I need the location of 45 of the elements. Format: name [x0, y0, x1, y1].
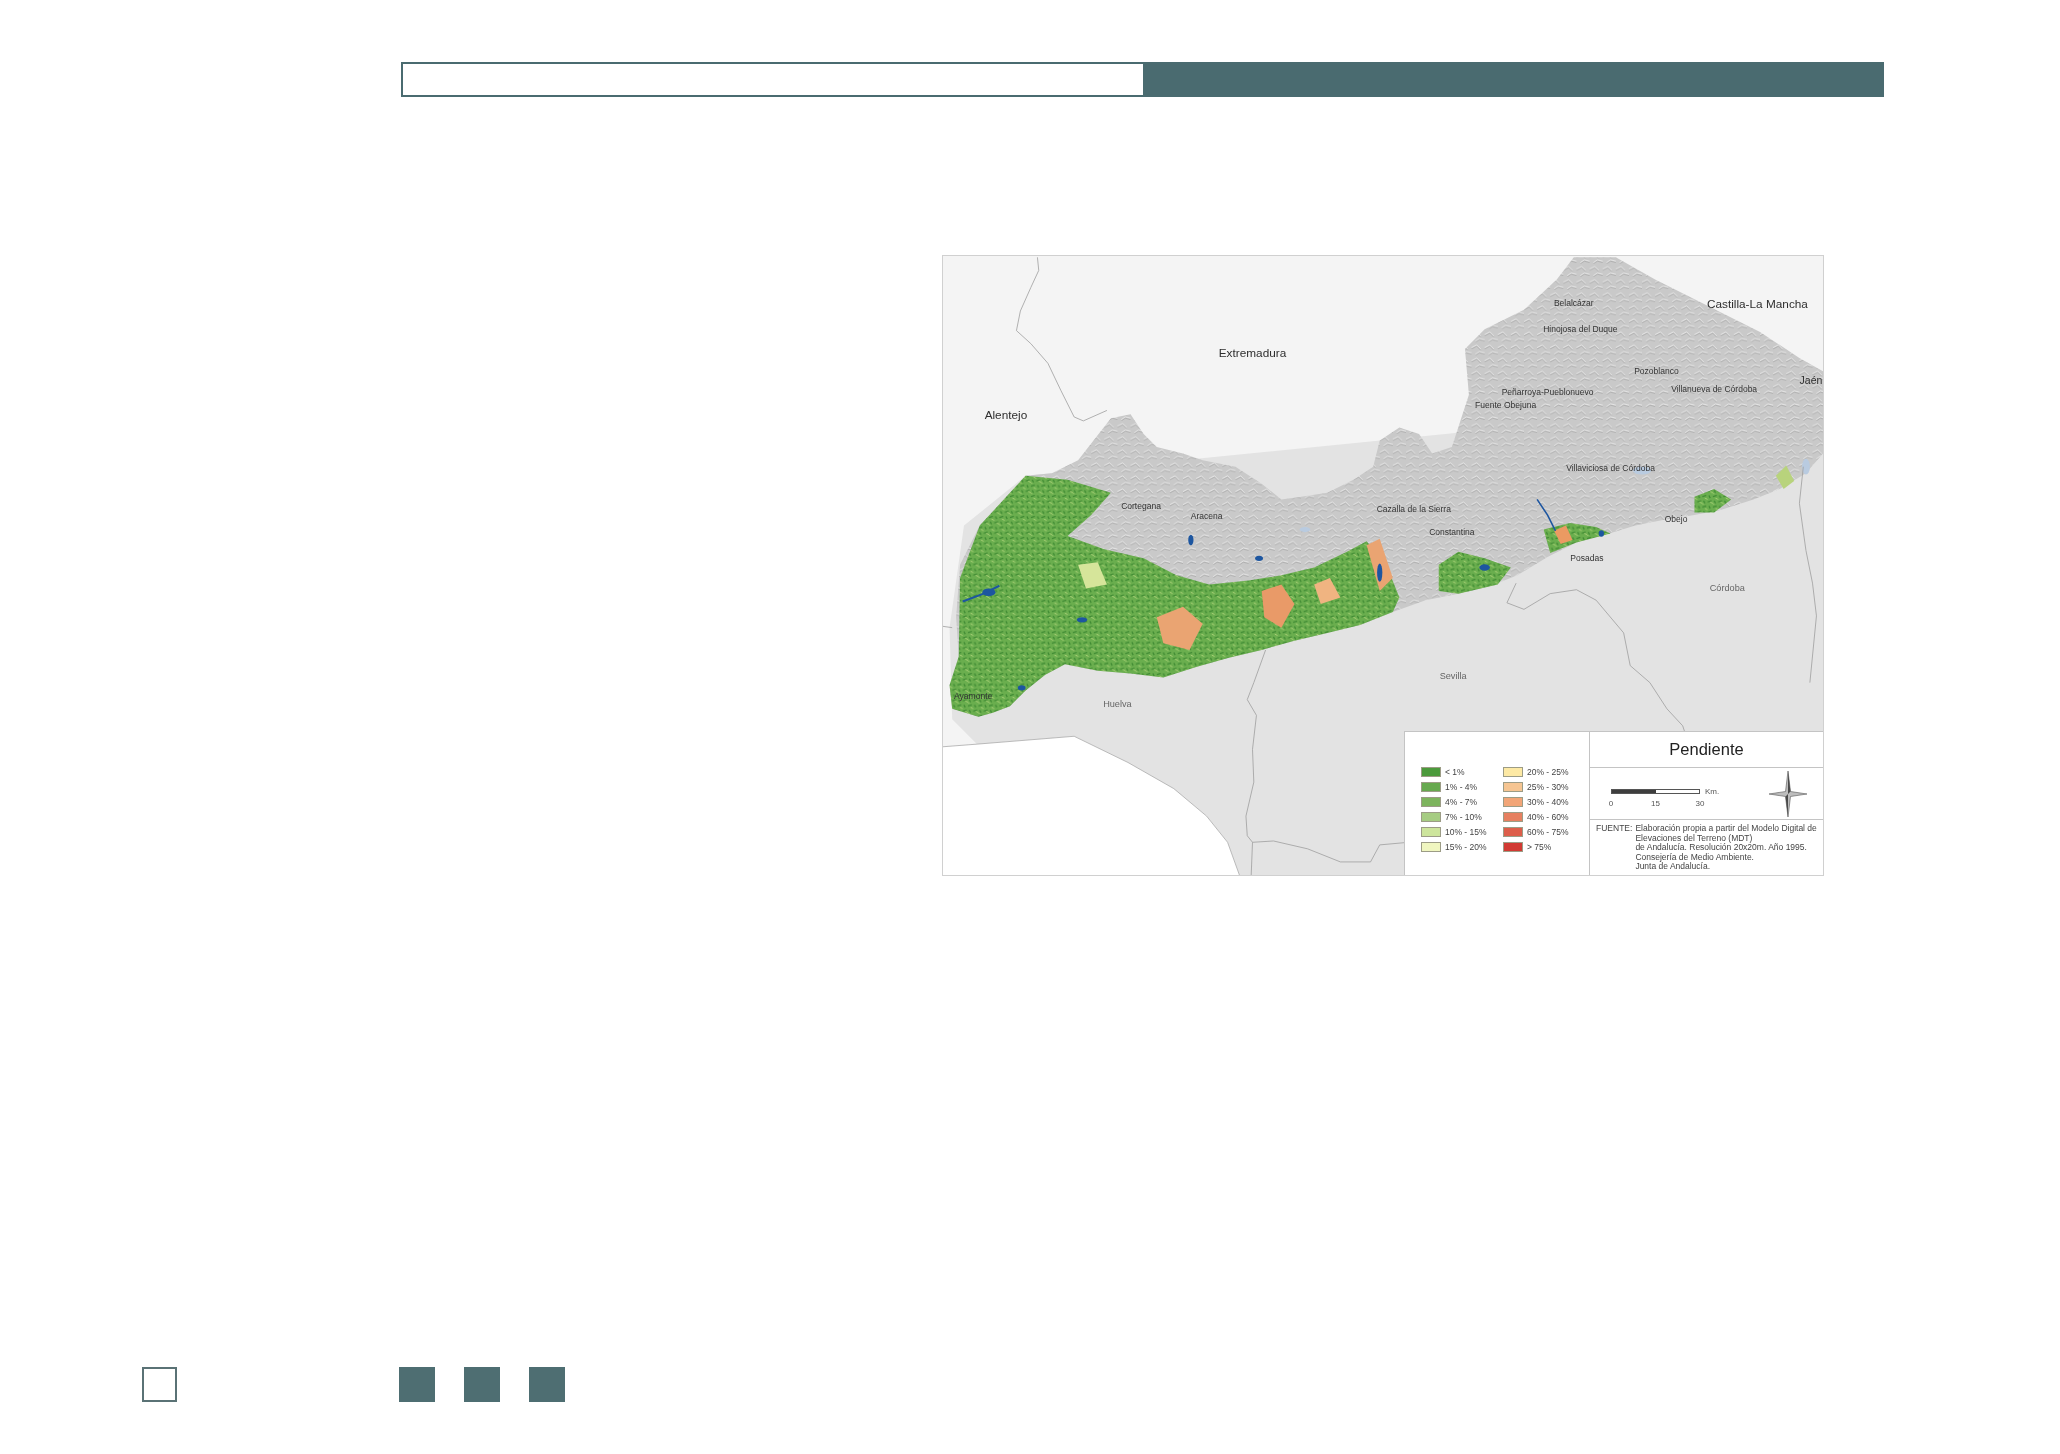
source-label: FUENTE:	[1596, 824, 1633, 835]
scale-unit-label: Km.	[1705, 787, 1720, 796]
region-label: Castilla-La Mancha	[1706, 296, 1808, 310]
town-label: Posadas	[1570, 553, 1604, 564]
region-label: Huelva	[1103, 698, 1132, 709]
region-label: Jaén	[1799, 374, 1823, 386]
legend-title: Pendiente	[1669, 740, 1744, 759]
town-label: Cazalla de la Sierra	[1376, 503, 1451, 514]
square-icon	[399, 1367, 435, 1402]
scale-tick-label: 0	[1607, 799, 1615, 808]
town-label: Cortegana	[1121, 500, 1161, 511]
scale-tick-label: 15	[1650, 799, 1661, 808]
legend-label: < 1%	[1445, 766, 1465, 777]
scale-tick-label: 30	[1694, 799, 1706, 808]
legend-label: 30% - 40%	[1527, 796, 1569, 807]
region-label: Córdoba	[1709, 583, 1745, 594]
town-label: Aracena	[1190, 511, 1223, 522]
legend-label: 40% - 60%	[1527, 811, 1569, 822]
legend-label: > 75%	[1527, 841, 1552, 852]
town-label: Villaviciosa de Córdoba	[1566, 463, 1655, 473]
town-label: Fuente Obejuna	[1475, 400, 1537, 411]
compass-icon	[1769, 770, 1808, 817]
town-label: Ayamonte	[954, 690, 993, 701]
square-outline-icon	[142, 1367, 177, 1402]
town-label: Villanueva de Córdoba	[1671, 384, 1758, 395]
town-label: Pozoblanco	[1634, 366, 1679, 377]
town-label: Hinojosa del Duque	[1543, 324, 1618, 335]
legend-label: 10% - 15%	[1445, 826, 1487, 837]
legend-label: 15% - 20%	[1445, 841, 1487, 852]
town-label: Obejo	[1664, 514, 1688, 525]
town-label: Belalcázar	[1553, 298, 1594, 309]
legend-label: 7% - 10%	[1445, 811, 1482, 822]
legend-label: 60% - 75%	[1527, 826, 1569, 837]
legend-label: 25% - 30%	[1527, 781, 1569, 792]
square-icon	[464, 1367, 500, 1402]
town-label: Peñarroya-Pueblonuevo	[1501, 387, 1594, 398]
region-label: Sevilla	[1439, 671, 1467, 682]
legend-label: 4% - 7%	[1445, 796, 1478, 807]
source-text: Elaboración propia a partir del Modelo Digital de Elevaciones del Terreno (MDT) de Andalucía. Resolución 20x20m. Año 1995. Consejería de Medio Ambiente. Junta de Andalucía.	[1635, 824, 1817, 874]
legend-label: 1% - 4%	[1445, 781, 1478, 792]
legend-label: 20% - 25%	[1527, 766, 1569, 777]
region-label: Extremadura	[1218, 346, 1287, 360]
town-label: Constantina	[1429, 527, 1475, 538]
square-icon	[529, 1367, 565, 1402]
region-label: Alentejo	[984, 407, 1028, 421]
